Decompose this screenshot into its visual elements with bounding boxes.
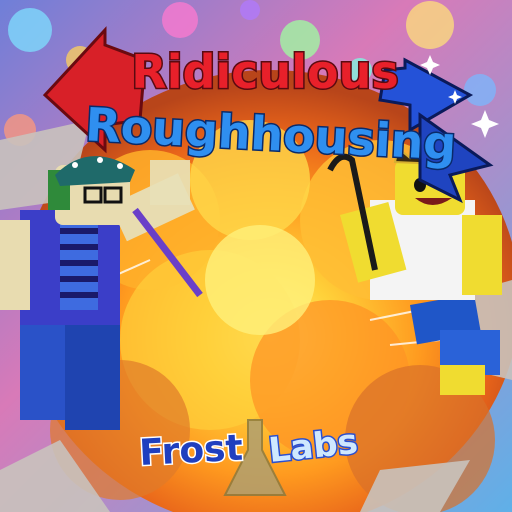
game-thumbnail: Ridiculous Roughhousing Frost Labs bbox=[0, 0, 512, 512]
studio-logo: Frost Labs bbox=[137, 419, 361, 496]
studio-name-labs: Labs bbox=[267, 422, 360, 471]
studio-name-frost: Frost bbox=[138, 428, 243, 474]
